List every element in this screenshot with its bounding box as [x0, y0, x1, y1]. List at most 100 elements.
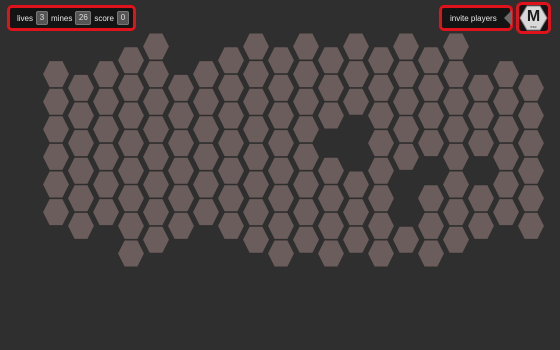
hex-tile[interactable]: [191, 198, 221, 227]
hex-tile[interactable]: [516, 211, 546, 240]
hex-tile[interactable]: [341, 87, 371, 116]
hex-tile[interactable]: [366, 46, 396, 75]
hex-tile[interactable]: [141, 142, 171, 171]
hex-tile[interactable]: [466, 73, 496, 102]
hex-tile[interactable]: [366, 73, 396, 102]
hex-tile[interactable]: [216, 46, 246, 75]
hex-tile[interactable]: [341, 225, 371, 254]
hex-tile[interactable]: [141, 60, 171, 89]
hex-tile[interactable]: [116, 156, 146, 185]
hex-tile[interactable]: [66, 211, 96, 240]
hex-tile[interactable]: [216, 184, 246, 213]
hex-tile[interactable]: [191, 87, 221, 116]
hex-tile[interactable]: [41, 198, 71, 227]
hex-tile[interactable]: [441, 142, 471, 171]
hex-tile[interactable]: [291, 170, 321, 199]
hex-tile[interactable]: [291, 142, 321, 171]
hex-tile[interactable]: [341, 32, 371, 61]
menu-button[interactable]: M esc: [516, 2, 551, 34]
hex-tile[interactable]: [466, 101, 496, 130]
hex-tile[interactable]: [241, 170, 271, 199]
hex-tile[interactable]: [366, 129, 396, 158]
hex-tile[interactable]: [141, 198, 171, 227]
hex-tile[interactable]: [366, 156, 396, 185]
hex-tile[interactable]: [516, 73, 546, 102]
hex-tile[interactable]: [116, 101, 146, 130]
hex-tile[interactable]: [491, 115, 521, 144]
hex-tile[interactable]: [316, 184, 346, 213]
hex-tile[interactable]: [91, 87, 121, 116]
hex-tile[interactable]: [166, 184, 196, 213]
hex-tile[interactable]: [41, 87, 71, 116]
hex-tile[interactable]: [116, 211, 146, 240]
hex-tile[interactable]: [441, 115, 471, 144]
hex-tile[interactable]: [341, 60, 371, 89]
hex-tile[interactable]: [266, 101, 296, 130]
hex-tile[interactable]: [91, 60, 121, 89]
hex-tile[interactable]: [91, 170, 121, 199]
hex-tile[interactable]: [66, 156, 96, 185]
hex-tile[interactable]: [41, 142, 71, 171]
arrow-left-icon[interactable]: [504, 10, 512, 26]
hex-tile[interactable]: [241, 225, 271, 254]
hex-tile[interactable]: [491, 198, 521, 227]
hex-tile[interactable]: [166, 156, 196, 185]
hex-tile[interactable]: [241, 32, 271, 61]
hex-tile[interactable]: [316, 73, 346, 102]
hex-tile[interactable]: [491, 60, 521, 89]
hex-tile[interactable]: [391, 225, 421, 254]
hex-tile[interactable]: [416, 211, 446, 240]
hex-tile[interactable]: [291, 87, 321, 116]
hex-tile[interactable]: [341, 170, 371, 199]
hex-tile[interactable]: [166, 211, 196, 240]
hex-tile[interactable]: [441, 32, 471, 61]
hex-tile[interactable]: [116, 239, 146, 268]
hex-tile[interactable]: [391, 115, 421, 144]
hex-tile[interactable]: [91, 115, 121, 144]
hex-tile[interactable]: [116, 46, 146, 75]
hex-tile[interactable]: [41, 60, 71, 89]
hex-tile[interactable]: [41, 170, 71, 199]
hex-tile[interactable]: [241, 87, 271, 116]
hex-tile[interactable]: [141, 115, 171, 144]
hex-tile[interactable]: [216, 211, 246, 240]
hex-tile[interactable]: [316, 101, 346, 130]
hex-tile[interactable]: [391, 142, 421, 171]
hex-tile[interactable]: [441, 170, 471, 199]
hex-tile[interactable]: [516, 129, 546, 158]
hex-tile[interactable]: [466, 211, 496, 240]
hex-tile[interactable]: [266, 211, 296, 240]
hex-tile[interactable]: [216, 73, 246, 102]
hex-tile[interactable]: [241, 198, 271, 227]
hex-tile[interactable]: [66, 101, 96, 130]
hex-tile[interactable]: [166, 73, 196, 102]
hex-tile[interactable]: [291, 225, 321, 254]
hex-tile[interactable]: [491, 142, 521, 171]
hex-tile[interactable]: [466, 184, 496, 213]
hex-tile[interactable]: [316, 239, 346, 268]
hex-tile[interactable]: [41, 115, 71, 144]
hex-tile[interactable]: [341, 198, 371, 227]
hex-tile[interactable]: [291, 32, 321, 61]
hex-tile[interactable]: [216, 101, 246, 130]
hex-tile[interactable]: [366, 184, 396, 213]
hex-tile[interactable]: [141, 225, 171, 254]
hex-tile[interactable]: [516, 156, 546, 185]
hex-tile[interactable]: [291, 198, 321, 227]
hex-tile[interactable]: [66, 184, 96, 213]
hex-tile[interactable]: [241, 60, 271, 89]
hex-tile[interactable]: [391, 60, 421, 89]
hex-tile[interactable]: [216, 156, 246, 185]
hex-tile[interactable]: [266, 46, 296, 75]
hex-tile[interactable]: [391, 87, 421, 116]
hex-tile[interactable]: [241, 142, 271, 171]
hex-tile[interactable]: [191, 115, 221, 144]
hex-tile[interactable]: [491, 170, 521, 199]
hex-tile[interactable]: [391, 32, 421, 61]
hex-tile[interactable]: [66, 129, 96, 158]
hex-tile[interactable]: [441, 198, 471, 227]
hex-tile[interactable]: [91, 198, 121, 227]
hex-tile[interactable]: [141, 87, 171, 116]
hex-tile[interactable]: [416, 73, 446, 102]
hex-tile[interactable]: [116, 129, 146, 158]
